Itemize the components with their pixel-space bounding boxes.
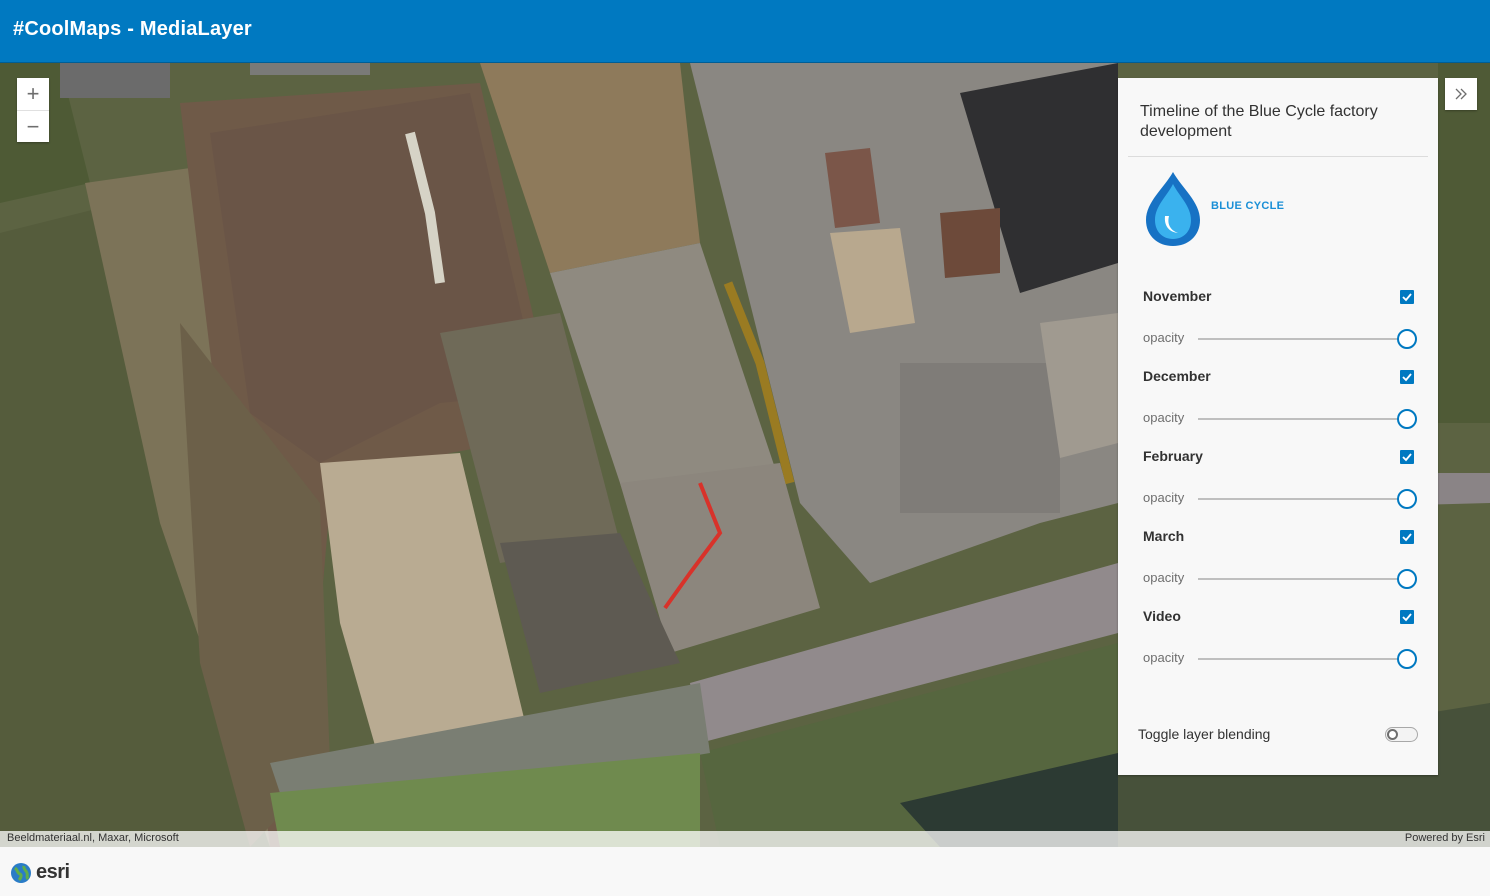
opacity-slider-thumb-december[interactable]: [1397, 409, 1417, 429]
layer-checkbox-december[interactable]: [1400, 370, 1414, 384]
water-drop-icon: [1146, 172, 1200, 246]
opacity-label: opacity: [1143, 410, 1185, 425]
checkmark-icon: [1402, 373, 1412, 382]
layer-label: March: [1143, 528, 1185, 544]
opacity-slider-track[interactable]: [1198, 418, 1410, 420]
app-header: #CoolMaps - MediaLayer: [0, 0, 1490, 63]
layer-checkbox-november[interactable]: [1400, 290, 1414, 304]
powered-by-text[interactable]: Powered by Esri: [1405, 832, 1485, 844]
layer-row-february: February: [1143, 448, 1414, 468]
opacity-row-march: opacity: [1143, 567, 1418, 591]
layer-row-video: Video: [1143, 608, 1414, 628]
app-title: #CoolMaps - MediaLayer: [13, 18, 252, 40]
blend-toggle-label: Toggle layer blending: [1138, 726, 1271, 742]
timeline-panel: Timeline of the Blue Cycle factory devel…: [1118, 78, 1438, 775]
zoom-in-button[interactable]: +: [17, 78, 49, 110]
opacity-slider-track[interactable]: [1198, 338, 1410, 340]
globe-icon: [11, 863, 31, 883]
opacity-row-november: opacity: [1143, 327, 1418, 351]
zoom-control: + −: [17, 78, 49, 142]
blue-cycle-logo: BLUE CYCLE: [1142, 170, 1302, 250]
double-chevron-right-icon: [1455, 88, 1467, 100]
opacity-slider-thumb-february[interactable]: [1397, 489, 1417, 509]
opacity-label: opacity: [1143, 570, 1185, 585]
opacity-slider-track[interactable]: [1198, 498, 1410, 500]
opacity-label: opacity: [1143, 650, 1185, 665]
layer-row-november: November: [1143, 288, 1414, 308]
layer-label: December: [1143, 368, 1211, 384]
panel-title: Timeline of the Blue Cycle factory devel…: [1140, 103, 1378, 140]
divider: [1128, 156, 1428, 157]
opacity-label: opacity: [1143, 490, 1185, 505]
checkmark-icon: [1402, 613, 1412, 622]
app-footer: esri: [0, 847, 1490, 896]
layer-checkbox-video[interactable]: [1400, 610, 1414, 624]
expand-panel-button[interactable]: [1445, 78, 1477, 110]
opacity-label: opacity: [1143, 330, 1185, 345]
opacity-slider-track[interactable]: [1198, 658, 1410, 660]
layer-checkbox-february[interactable]: [1400, 450, 1414, 464]
esri-wordmark: esri: [36, 861, 70, 883]
map-attribution-bar: Beeldmateriaal.nl, Maxar, Microsoft Powe…: [0, 831, 1490, 847]
checkmark-icon: [1402, 533, 1412, 542]
opacity-row-video: opacity: [1143, 647, 1418, 671]
opacity-slider-thumb-march[interactable]: [1397, 569, 1417, 589]
opacity-row-february: opacity: [1143, 487, 1418, 511]
blend-toggle-switch[interactable]: [1385, 727, 1418, 742]
layer-row-december: December: [1143, 368, 1414, 388]
esri-logo[interactable]: esri: [10, 860, 90, 884]
logo-text: BLUE CYCLE: [1211, 200, 1285, 212]
attribution-text[interactable]: Beeldmateriaal.nl, Maxar, Microsoft: [7, 832, 179, 844]
layer-label: February: [1143, 448, 1203, 464]
opacity-slider-thumb-video[interactable]: [1397, 649, 1417, 669]
opacity-slider-track[interactable]: [1198, 578, 1410, 580]
checkmark-icon: [1402, 293, 1412, 302]
zoom-out-button[interactable]: −: [17, 110, 49, 142]
layer-row-march: March: [1143, 528, 1414, 548]
layer-checkbox-march[interactable]: [1400, 530, 1414, 544]
layer-label: Video: [1143, 608, 1181, 624]
opacity-slider-thumb-november[interactable]: [1397, 329, 1417, 349]
checkmark-icon: [1402, 453, 1412, 462]
layer-label: November: [1143, 288, 1212, 304]
opacity-row-december: opacity: [1143, 407, 1418, 431]
toggle-knob: [1387, 729, 1398, 740]
